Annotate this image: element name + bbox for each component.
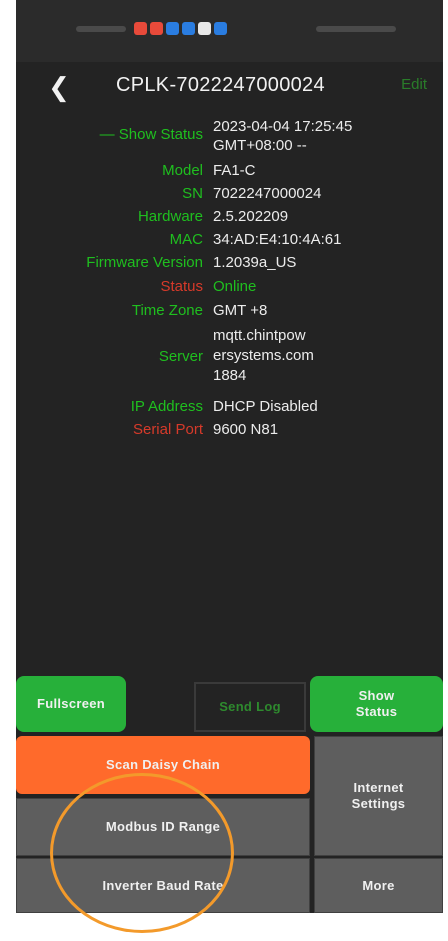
show-status-button[interactable]: Show Status: [310, 676, 443, 732]
notification-icon: [166, 22, 179, 35]
status-bar: [16, 0, 443, 62]
notification-icon: [214, 22, 227, 35]
info-label: IP Address: [130, 398, 203, 415]
notification-icon: [198, 22, 211, 35]
page-title: CPLK-7022247000024: [116, 74, 325, 96]
info-value: FA1-C: [213, 162, 256, 179]
info-label: Status: [160, 278, 203, 295]
info-label: Model: [162, 162, 203, 179]
info-value: DHCP Disabled: [213, 398, 318, 415]
info-label: — Show Status: [99, 126, 203, 143]
notification-icon: [182, 22, 195, 35]
notification-icon: [150, 22, 163, 35]
inverter-baud-rate-button[interactable]: Inverter Baud Rate: [16, 858, 310, 913]
header: ❮ CPLK-7022247000024 Edit: [16, 62, 443, 110]
fullscreen-button[interactable]: Fullscreen: [16, 676, 126, 732]
back-icon[interactable]: ❮: [42, 70, 76, 104]
edit-button[interactable]: Edit: [401, 76, 427, 93]
modbus-id-range-button[interactable]: Modbus ID Range: [16, 798, 310, 856]
info-label: Serial Port: [132, 421, 203, 438]
info-label: Server: [158, 348, 203, 365]
more-button[interactable]: More: [314, 858, 443, 913]
info-value: 7022247000024: [213, 185, 322, 202]
status-bar-right: [316, 26, 396, 32]
status-value: Online: [213, 278, 257, 295]
info-label: Time Zone: [131, 302, 203, 319]
info-value: 9600 N81: [213, 421, 279, 438]
info-label: SN: [182, 185, 203, 202]
info-label: Hardware: [137, 208, 203, 225]
internet-settings-button[interactable]: Internet Settings: [314, 736, 443, 856]
info-value: mqtt.chintpow ersystems.com 1884: [213, 327, 314, 384]
info-value: 34:AD:E4:10:4A:61: [213, 231, 342, 248]
phone-screen: ❮ CPLK-7022247000024 Edit — Show Status …: [16, 0, 443, 913]
info-value: 2.5.202209: [213, 208, 289, 225]
info-value: 2023-04-04 17:25:45 GMT+08:00 --: [213, 118, 353, 154]
notification-icons: [134, 22, 227, 35]
info-label: Firmware Version: [86, 254, 203, 271]
status-bar-left: [76, 26, 126, 32]
info-label: MAC: [169, 231, 203, 248]
info-value: GMT +8: [213, 302, 268, 319]
notification-icon: [134, 22, 147, 35]
send-log-button[interactable]: Send Log: [194, 682, 306, 732]
scan-daisy-chain-button[interactable]: Scan Daisy Chain: [16, 736, 310, 794]
info-value: 1.2039a_US: [213, 254, 297, 271]
